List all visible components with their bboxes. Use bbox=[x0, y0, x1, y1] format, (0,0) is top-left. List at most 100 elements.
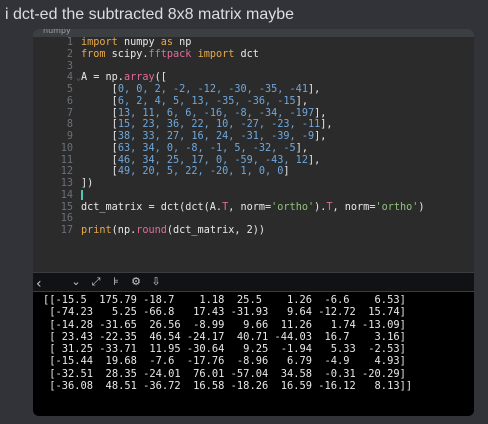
line-number: 7 bbox=[66, 107, 73, 119]
line-number: 2 bbox=[66, 48, 73, 60]
code-token: [ bbox=[81, 95, 118, 107]
code-line[interactable]: 14 bbox=[33, 189, 474, 202]
code-token: 63, 34, 0, -8, -1, 5, -32, -5 bbox=[117, 142, 296, 154]
code-line[interactable]: 7 [13, 11, 6, 6, -16, -8, -34, -197], bbox=[33, 108, 474, 120]
settings-icon[interactable]: ⚙ bbox=[129, 275, 143, 288]
code-token: ]) bbox=[81, 178, 94, 189]
code-token: ], bbox=[295, 95, 308, 107]
code-line[interactable]: 16 bbox=[33, 213, 474, 225]
code-token: ], bbox=[314, 107, 327, 119]
line-number: 17 bbox=[60, 225, 73, 236]
console-output: [[-15.5 175.79 -18.7 1.18 25.5 1.26 -6.6… bbox=[33, 294, 474, 392]
code-token: 6, 2, 4, 5, 13, -35, -36, -15 bbox=[117, 95, 296, 107]
code-token: (np. bbox=[111, 225, 137, 236]
code-line[interactable]: 10 [63, 34, 0, -8, -1, 5, -32, -5], bbox=[33, 143, 474, 155]
code-line[interactable]: 5 [0, 0, 2, -2, -12, -30, -35, -41], bbox=[33, 84, 474, 96]
output-line: [ 31.25 -33.71 11.95 -30.64 9.25 -1.94 5… bbox=[43, 343, 406, 356]
code-token: ], bbox=[314, 131, 327, 142]
line-number: 4 bbox=[66, 72, 73, 84]
chevron-down-icon[interactable]: ⌄ bbox=[69, 275, 83, 288]
code-token: numpy bbox=[123, 37, 161, 48]
clear-icon[interactable]: ⇩ bbox=[149, 275, 163, 288]
code-line[interactable]: 2 from scipy.fftpack import dct bbox=[33, 49, 474, 61]
code-token: dct_matrix = dct(dct(A. bbox=[81, 201, 223, 213]
wrap-icon[interactable]: ⊧ bbox=[109, 275, 123, 288]
code-token: ] bbox=[283, 166, 290, 178]
line-number: 13 bbox=[60, 178, 73, 189]
expand-icon[interactable]: ⤢ bbox=[89, 275, 103, 289]
code-token: ). bbox=[314, 201, 327, 213]
line-number: 16 bbox=[60, 213, 73, 225]
code-token: ], bbox=[320, 119, 333, 131]
code-token: 49, 20, 5, 22, -20, 1, 0, 0 bbox=[117, 166, 284, 178]
code-token: import bbox=[81, 37, 124, 48]
code-token: [ bbox=[81, 119, 118, 131]
code-editor: numpy 1 import numpy as np 2 from scipy.fft… bbox=[33, 29, 474, 272]
output-line: [-36.08 48.51 -36.72 16.58 -18.26 16.59 … bbox=[43, 380, 413, 393]
output-line: [[-15.5 175.79 -18.7 1.18 25.5 1.26 -6.6… bbox=[43, 294, 406, 306]
code-token: [ bbox=[81, 84, 118, 95]
fold-chevron-icon[interactable]: ⌄ bbox=[76, 72, 81, 84]
editor-tab-strip: numpy bbox=[33, 29, 474, 37]
code-line[interactable]: 17 print(np.round(dct_matrix, 2)) bbox=[33, 225, 474, 237]
code-token: , norm= bbox=[228, 201, 272, 213]
code-token: (dct_matrix, 2)) bbox=[166, 225, 266, 236]
line-number: 10 bbox=[60, 142, 73, 154]
code-token: [ bbox=[81, 166, 118, 178]
code-line[interactable]: 15 dct_matrix = dct(dct(A.T, norm='ortho'… bbox=[33, 202, 474, 214]
line-number: 1 bbox=[66, 37, 73, 48]
code-token: dct bbox=[240, 48, 259, 60]
code-token: [ bbox=[81, 142, 118, 154]
console-toolbar: ‹ ⌄ ⤢ ⊧ ⚙ ⇩ bbox=[33, 272, 474, 292]
code-token: 'ortho' bbox=[271, 201, 315, 213]
code-token: , norm= bbox=[332, 201, 376, 213]
code-line[interactable]: 6 [6, 2, 4, 5, 13, -35, -36, -15], bbox=[33, 96, 474, 108]
code-token: fftpack bbox=[148, 48, 198, 60]
line-number: 8 bbox=[66, 119, 73, 131]
text-caret bbox=[81, 189, 83, 200]
line-number: 9 bbox=[66, 131, 73, 142]
code-line[interactable]: 3 bbox=[33, 61, 474, 73]
code-token: A = np. bbox=[81, 72, 124, 84]
code-token: [ bbox=[81, 154, 118, 166]
line-number: 6 bbox=[66, 95, 73, 107]
code-line[interactable]: 4 ⌄ A = np.array([ bbox=[33, 72, 474, 84]
output-line: [ 23.43 -22.35 46.54 -24.17 40.71 -44.03… bbox=[43, 330, 406, 343]
code-token: from bbox=[81, 48, 112, 60]
code-token: 46, 34, 25, 17, 0, -59, -43, 12 bbox=[117, 154, 308, 166]
output-line: [-32.51 28.35 -24.01 76.01 -57.04 34.58 … bbox=[43, 367, 406, 380]
code-token: 15, 23, 36, 22, 10, -27, -23, -11 bbox=[117, 119, 321, 131]
code-token: import bbox=[197, 48, 241, 60]
line-number: 5 bbox=[66, 84, 73, 95]
output-line: [-14.28 -31.65 26.56 -8.99 9.66 11.26 1.… bbox=[43, 318, 406, 331]
code-token: 38, 33, 27, 16, 24, -31, -39, -9 bbox=[117, 131, 315, 142]
code-token: ) bbox=[418, 201, 425, 213]
code-token: ], bbox=[295, 142, 308, 154]
code-token: ], bbox=[307, 154, 321, 166]
code-token: np bbox=[179, 37, 192, 48]
code-line[interactable]: 11 [46, 34, 25, 17, 0, -59, -43, 12], bbox=[33, 155, 474, 167]
message-text: i dct-ed the subtracted 8x8 matrix maybe bbox=[5, 6, 295, 23]
code-token: [ bbox=[81, 107, 118, 119]
editor-tab[interactable]: numpy bbox=[43, 29, 71, 35]
collapse-arrow-icon[interactable]: ‹ bbox=[36, 276, 42, 292]
output-console: ‹ ⌄ ⤢ ⊧ ⚙ ⇩ [[-15.5 175.79 -18.7 1.18 25.5 1… bbox=[33, 272, 474, 416]
code-token: array bbox=[123, 72, 155, 84]
code-line[interactable]: 12 [49, 20, 5, 22, -20, 1, 0, 0] bbox=[33, 166, 474, 178]
code-token: ([ bbox=[154, 72, 167, 84]
line-number: 12 bbox=[60, 166, 73, 178]
code-lines[interactable]: 1 import numpy as np 2 from scipy.fftpack i… bbox=[33, 37, 474, 237]
code-line[interactable]: 13]) bbox=[33, 178, 474, 190]
code-line[interactable]: 9 [38, 33, 27, 16, 24, -31, -39, -9], bbox=[33, 131, 474, 143]
code-token: [ bbox=[81, 131, 118, 142]
line-number: 3 bbox=[66, 60, 73, 72]
line-number: 14 bbox=[60, 189, 73, 201]
output-line: [-15.44 19.68 -7.6 -17.76 -8.96 6.79 -4.… bbox=[43, 355, 406, 368]
code-token: scipy. bbox=[111, 48, 149, 60]
code-token: ], bbox=[307, 84, 321, 95]
line-number: 15 bbox=[60, 201, 73, 213]
code-line[interactable]: 1 import numpy as np bbox=[33, 37, 474, 49]
code-token: round bbox=[136, 225, 167, 236]
code-token: print bbox=[81, 225, 112, 236]
code-line[interactable]: 8 [15, 23, 36, 22, 10, -27, -23, -11], bbox=[33, 119, 474, 131]
